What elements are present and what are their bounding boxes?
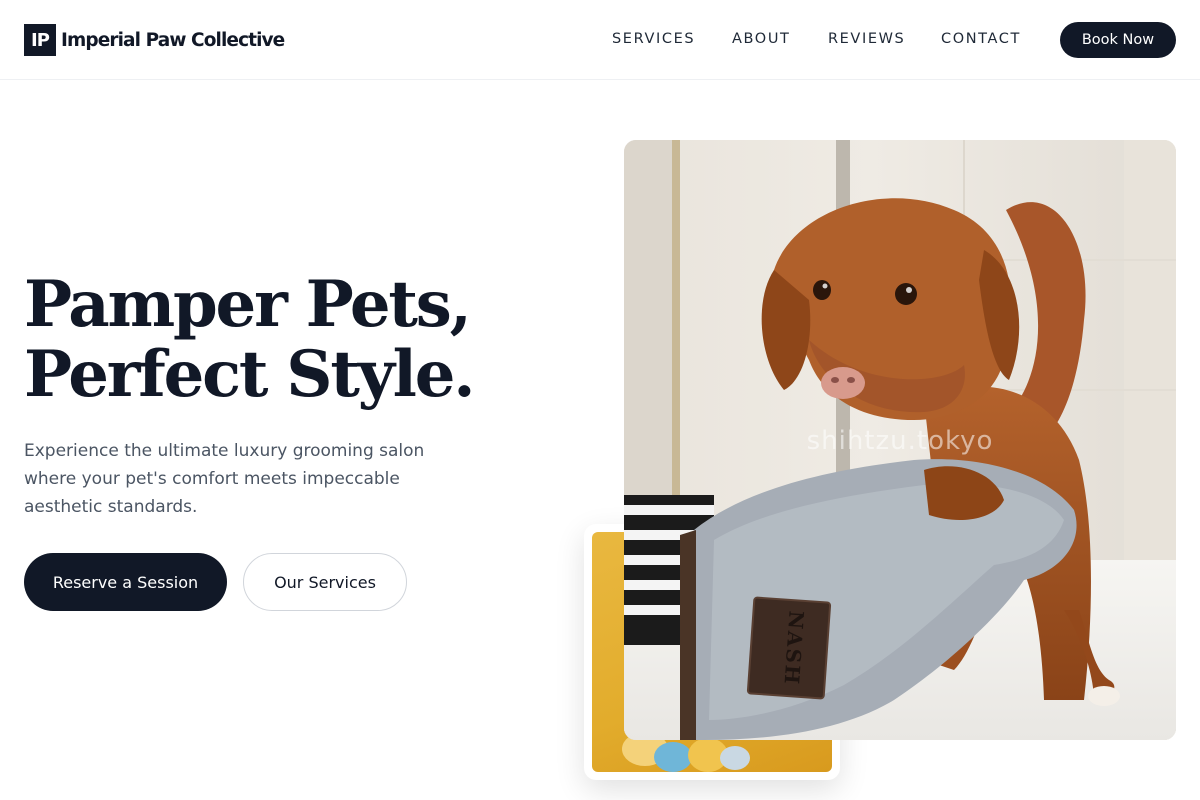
nav-link-reviews[interactable]: REVIEWS [828, 31, 905, 47]
hero-dog-photo: NASH shihtzu.tokyo [624, 140, 1176, 740]
site-header: IP Imperial Paw Collective SERVICES ABOU… [0, 0, 1200, 80]
nav-link-contact[interactable]: CONTACT [941, 31, 1021, 47]
nav-link-services[interactable]: SERVICES [612, 31, 695, 47]
logo-mark: IP [24, 24, 56, 56]
hero-title-line: Perfect Style. [24, 337, 476, 412]
hero-title: Pamper Pets, Perfect Style. [24, 270, 544, 410]
our-services-button[interactable]: Our Services [243, 553, 407, 611]
hero-subtitle-line: aesthetic standards. [24, 497, 198, 517]
hero-title-line: Pamper Pets, [24, 267, 472, 342]
photo-watermark: shihtzu.tokyo [806, 426, 994, 456]
hero-subtitle-line: where your pet's comfort meets impeccabl… [24, 469, 400, 489]
hero-subtitle: Experience the ultimate luxury grooming … [24, 437, 444, 521]
nav-link-about[interactable]: ABOUT [732, 31, 791, 47]
hero-subtitle-line: Experience the ultimate luxury grooming … [24, 441, 425, 461]
reserve-session-button[interactable]: Reserve a Session [24, 553, 227, 611]
book-now-button[interactable]: Book Now [1060, 22, 1176, 58]
brand-logo[interactable]: IP Imperial Paw Collective [24, 24, 285, 56]
brand-name: Imperial Paw Collective [61, 29, 285, 51]
